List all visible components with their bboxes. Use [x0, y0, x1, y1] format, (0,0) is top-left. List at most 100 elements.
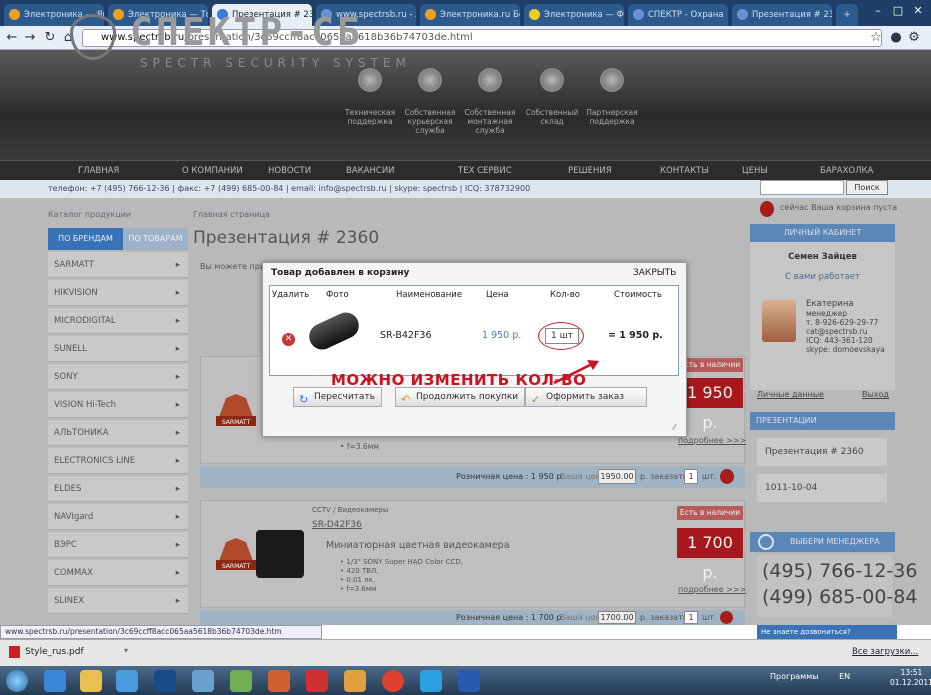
- svg-text:SARMATT: SARMATT: [222, 419, 251, 426]
- details-link[interactable]: подробнее >>>: [678, 436, 746, 445]
- sidebar-item-brand[interactable]: VISION Hi-Tech: [48, 392, 188, 418]
- your-price-input[interactable]: 1950.00: [598, 469, 636, 484]
- tab-by-goods[interactable]: ПО ТОВАРАМ: [123, 228, 188, 250]
- breadcrumb[interactable]: Каталог продукции: [48, 210, 131, 219]
- sidebar-item-brand[interactable]: ELDES: [48, 476, 188, 502]
- logout-link[interactable]: Выход: [862, 390, 889, 399]
- presentation-link[interactable]: 1011-10-04: [757, 474, 887, 502]
- media-icon[interactable]: [116, 670, 138, 692]
- search-button[interactable]: Поиск: [846, 180, 888, 195]
- skype-icon[interactable]: [420, 670, 442, 692]
- recalculate-button[interactable]: ↻ Пересчитать: [293, 387, 382, 407]
- status-bar: www.spectrsb.ru/presentation/3c69ccff8ac…: [0, 625, 322, 639]
- works-with-label: С вами работает: [785, 272, 860, 282]
- product-photo[interactable]: [256, 530, 304, 578]
- forward-icon[interactable]: →: [22, 29, 38, 47]
- sidebar-item-brand[interactable]: ВЭРС: [48, 532, 188, 558]
- site-logo[interactable]: СПЕКТР-СБ: [130, 10, 363, 54]
- nav-item[interactable]: НОВОСТИ: [268, 161, 311, 181]
- phone-number: (499) 685-00-84: [762, 586, 918, 608]
- nav-item[interactable]: РЕШЕНИЯ: [568, 161, 612, 181]
- browser-tab[interactable]: Презентация # 2360: [732, 4, 832, 26]
- sidebar-item-brand[interactable]: ELECTRONICS LINE: [48, 448, 188, 474]
- app-icon[interactable]: [344, 670, 366, 692]
- sidebar-item-brand[interactable]: SLINEX: [48, 588, 188, 614]
- installation-icon[interactable]: [478, 68, 502, 92]
- product-name[interactable]: SR-D42F36: [312, 520, 362, 530]
- chevron-down-icon[interactable]: ▾: [124, 646, 128, 655]
- tab-by-brands[interactable]: ПО БРЕНДАМ: [48, 228, 123, 250]
- nav-item[interactable]: ЦЕНЫ: [742, 161, 768, 181]
- delete-icon[interactable]: ✕: [282, 333, 295, 346]
- details-link[interactable]: подробнее >>>: [678, 585, 746, 594]
- cart-add-icon[interactable]: [720, 469, 734, 484]
- search-input[interactable]: [760, 180, 844, 195]
- continue-shopping-button[interactable]: ↶ Продолжить покупки: [395, 387, 526, 407]
- modal-close-button[interactable]: ЗАКРЫТЬ: [633, 268, 676, 278]
- browser-tab[interactable]: Электроника.ru Бе: [420, 4, 520, 26]
- sidebar-item-brand[interactable]: АЛЬТОНИКА: [48, 420, 188, 446]
- nav-item[interactable]: БАРАХОЛКА: [820, 161, 873, 181]
- nav-item[interactable]: КОНТАКТЫ: [660, 161, 709, 181]
- chrome-icon[interactable]: [382, 670, 404, 692]
- nav-item[interactable]: ГЛАВНАЯ: [78, 161, 119, 181]
- word-icon[interactable]: [458, 670, 480, 692]
- wrench-icon[interactable]: ⚙: [906, 29, 922, 47]
- support-icon[interactable]: [358, 68, 382, 92]
- browser-tab[interactable]: СПЕКТР - Охрана: [628, 4, 728, 26]
- nav-item[interactable]: ТЕХ СЕРВИС: [458, 161, 512, 181]
- reload-icon[interactable]: ↻: [42, 29, 58, 47]
- quantity-input[interactable]: 1: [684, 469, 698, 484]
- nav-item[interactable]: О КОМПАНИИ: [182, 161, 243, 181]
- acrobat-icon[interactable]: [306, 670, 328, 692]
- cart-add-icon[interactable]: [720, 611, 733, 624]
- product-category[interactable]: CCTV / Видеокамеры: [312, 506, 389, 514]
- close-icon[interactable]: ✕: [908, 3, 928, 19]
- presentation-link[interactable]: Презентация # 2360: [757, 438, 887, 466]
- sidebar-item-brand[interactable]: HIKVISION: [48, 280, 188, 306]
- manager-info: Екатерина менеджер т. 8-926-629-29-77 ca…: [806, 299, 885, 355]
- nav-item[interactable]: ВАКАНСИИ: [346, 161, 395, 181]
- browser-tab[interactable]: Электроника — Форум: [524, 4, 624, 26]
- sidebar-item-brand[interactable]: NAVIgard: [48, 504, 188, 530]
- order-label: р. заказать: [640, 613, 688, 622]
- your-price-input[interactable]: 1700.00: [598, 611, 636, 624]
- breadcrumb[interactable]: Главная страница: [193, 210, 270, 219]
- photoshop-icon[interactable]: [154, 670, 176, 692]
- app-icon[interactable]: [230, 670, 252, 692]
- maximize-icon[interactable]: □: [888, 3, 908, 19]
- resize-handle-icon[interactable]: ⁄⁄: [673, 423, 676, 432]
- sidebar-item-brand[interactable]: MICRODIGITAL: [48, 308, 188, 334]
- checkout-button[interactable]: ✓ Оформить заказ: [525, 387, 647, 407]
- sidebar-item-brand[interactable]: SARMATT: [48, 252, 188, 278]
- folder-icon[interactable]: [80, 670, 102, 692]
- stock-badge: Есть в наличии: [677, 506, 743, 520]
- programs-label[interactable]: Программы: [770, 672, 819, 681]
- sidebar-item-brand[interactable]: SUNELL: [48, 336, 188, 362]
- new-tab-button[interactable]: +: [836, 4, 858, 26]
- extension-icon[interactable]: ●: [888, 29, 904, 47]
- language-indicator[interactable]: EN: [839, 672, 850, 681]
- start-icon[interactable]: [6, 670, 28, 692]
- minimize-icon[interactable]: –: [868, 3, 888, 19]
- warehouse-icon[interactable]: [540, 68, 564, 92]
- courier-icon[interactable]: [418, 68, 442, 92]
- cart-icon[interactable]: [760, 201, 774, 217]
- quantity-input[interactable]: 1: [684, 611, 698, 624]
- callback-banner[interactable]: Не знаете дозвониться?: [757, 625, 897, 639]
- star-icon[interactable]: ☆: [868, 29, 884, 47]
- partner-icon[interactable]: [600, 68, 624, 92]
- clock[interactable]: 13:51 01.12.2011: [890, 668, 931, 688]
- sidebar-item-brand[interactable]: COMMAX: [48, 560, 188, 586]
- download-item[interactable]: Style_rus.pdf: [5, 643, 135, 661]
- app-icon[interactable]: [192, 670, 214, 692]
- back-icon[interactable]: ←: [4, 29, 20, 47]
- retail-price: Розничная цена : 1 700 р.: [456, 613, 564, 622]
- firefox-icon[interactable]: [268, 670, 290, 692]
- quantity-input[interactable]: 1 шт: [545, 328, 579, 344]
- product-photo[interactable]: [304, 308, 364, 354]
- all-downloads-link[interactable]: Все загрузки...: [852, 647, 918, 657]
- ie-icon[interactable]: [44, 670, 66, 692]
- sidebar-item-brand[interactable]: SONY: [48, 364, 188, 390]
- personal-data-link[interactable]: Личные данные: [757, 390, 824, 399]
